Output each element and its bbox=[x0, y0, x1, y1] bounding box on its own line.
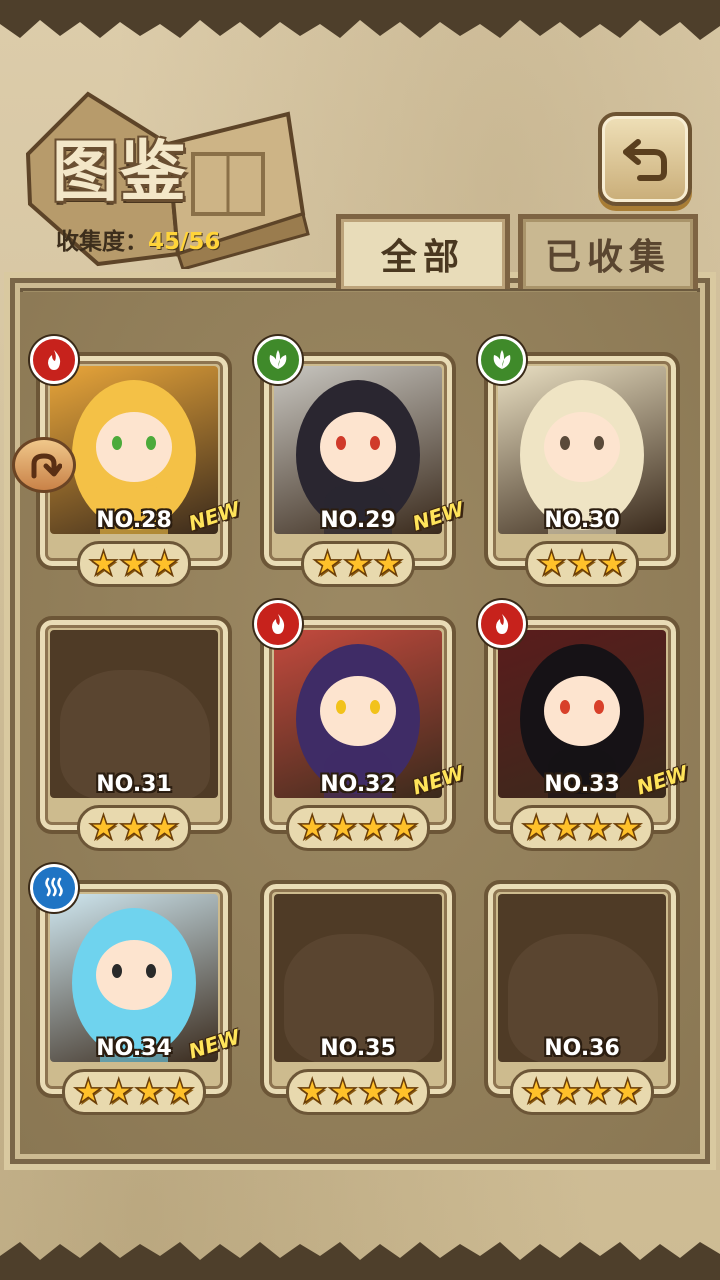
fire-element-icon bbox=[478, 600, 526, 648]
star-icon: ★ bbox=[520, 808, 552, 848]
star-icon: ★ bbox=[327, 808, 359, 848]
collection-card[interactable]: NO.36 ★ ★ ★ ★ bbox=[484, 870, 680, 1115]
card-number: NO.31 bbox=[96, 772, 172, 797]
star-rating-bar: ★ ★ ★ ★ bbox=[286, 1069, 430, 1115]
star-icon: ★ bbox=[72, 1072, 104, 1112]
collection-progress: 收集度：45/56 bbox=[56, 222, 220, 256]
star-icon: ★ bbox=[312, 544, 344, 584]
star-rating: ★ ★ ★ ★ bbox=[260, 1069, 456, 1115]
star-icon: ★ bbox=[551, 1072, 583, 1112]
collection-card[interactable]: NO.35 ★ ★ ★ ★ bbox=[260, 870, 456, 1115]
star-icon: ★ bbox=[388, 808, 420, 848]
star-rating-bar: ★ ★ ★ ★ bbox=[286, 805, 430, 851]
fire-element-icon bbox=[30, 336, 78, 384]
collection-label: 收集度： bbox=[56, 229, 148, 255]
torn-edge-top bbox=[0, 0, 720, 40]
star-rating: ★ ★ ★ bbox=[484, 541, 680, 587]
star-rating: ★ ★ ★ bbox=[260, 541, 456, 587]
star-rating-bar: ★ ★ ★ bbox=[77, 541, 191, 587]
star-icon: ★ bbox=[612, 808, 644, 848]
star-icon: ★ bbox=[103, 1072, 135, 1112]
star-icon: ★ bbox=[612, 1072, 644, 1112]
collection-value: 45/56 bbox=[148, 229, 221, 255]
star-icon: ★ bbox=[357, 1072, 389, 1112]
star-rating-bar: ★ ★ ★ bbox=[301, 541, 415, 587]
star-icon: ★ bbox=[296, 1072, 328, 1112]
star-rating-bar: ★ ★ ★ bbox=[525, 541, 639, 587]
star-icon: ★ bbox=[296, 808, 328, 848]
torn-edge-bottom bbox=[0, 1242, 720, 1280]
star-icon: ★ bbox=[388, 1072, 420, 1112]
star-icon: ★ bbox=[520, 1072, 552, 1112]
star-rating: ★ ★ ★ bbox=[36, 541, 232, 587]
collection-card[interactable]: NO.32 NEW ★ ★ ★ ★ bbox=[254, 600, 466, 851]
star-icon: ★ bbox=[581, 1072, 613, 1112]
star-rating: ★ ★ ★ ★ bbox=[484, 805, 680, 851]
star-rating: ★ ★ ★ ★ bbox=[260, 805, 456, 851]
star-rating: ★ ★ ★ ★ bbox=[36, 1069, 232, 1115]
card-number: NO.36 bbox=[544, 1036, 620, 1061]
side-nav-button[interactable] bbox=[12, 437, 76, 493]
star-rating: ★ ★ ★ ★ bbox=[484, 1069, 680, 1115]
star-icon: ★ bbox=[118, 544, 150, 584]
star-icon: ★ bbox=[372, 544, 404, 584]
star-icon: ★ bbox=[148, 808, 180, 848]
star-icon: ★ bbox=[88, 808, 120, 848]
water-element-icon bbox=[30, 864, 78, 912]
star-rating-bar: ★ ★ ★ ★ bbox=[510, 805, 654, 851]
back-button[interactable] bbox=[598, 112, 692, 206]
curved-arrow-icon bbox=[31, 453, 62, 479]
star-icon: ★ bbox=[148, 544, 180, 584]
star-icon: ★ bbox=[596, 544, 628, 584]
collection-card[interactable]: NO.29 NEW ★ ★ ★ bbox=[254, 336, 466, 587]
collection-card[interactable]: NO.30 ★ ★ ★ bbox=[478, 336, 680, 587]
leaf-element-icon bbox=[478, 336, 526, 384]
tab-collected[interactable]: 已收集 bbox=[518, 214, 698, 289]
star-icon: ★ bbox=[164, 1072, 196, 1112]
star-icon: ★ bbox=[133, 1072, 165, 1112]
star-icon: ★ bbox=[88, 544, 120, 584]
star-icon: ★ bbox=[118, 808, 150, 848]
star-icon: ★ bbox=[327, 1072, 359, 1112]
fire-element-icon bbox=[254, 600, 302, 648]
card-number: NO.35 bbox=[320, 1036, 396, 1061]
star-rating-bar: ★ ★ ★ ★ bbox=[510, 1069, 654, 1115]
star-icon: ★ bbox=[551, 808, 583, 848]
star-rating: ★ ★ ★ bbox=[36, 805, 232, 851]
tab-all[interactable]: 全部 bbox=[336, 214, 510, 289]
star-icon: ★ bbox=[357, 808, 389, 848]
card-number: NO.30 bbox=[544, 508, 620, 533]
star-icon: ★ bbox=[581, 808, 613, 848]
star-icon: ★ bbox=[342, 544, 374, 584]
star-rating-bar: ★ ★ ★ bbox=[77, 805, 191, 851]
collection-card[interactable]: NO.31 ★ ★ ★ bbox=[36, 606, 232, 851]
back-arrow-icon bbox=[623, 139, 667, 181]
leaf-element-icon bbox=[254, 336, 302, 384]
star-icon: ★ bbox=[566, 544, 598, 584]
star-icon: ★ bbox=[536, 544, 568, 584]
star-rating-bar: ★ ★ ★ ★ bbox=[62, 1069, 206, 1115]
collection-card[interactable]: NO.33 NEW ★ ★ ★ ★ bbox=[478, 600, 690, 851]
collection-card[interactable]: NO.34 NEW ★ ★ ★ ★ bbox=[30, 864, 242, 1115]
page-title: 图鉴 bbox=[52, 132, 188, 210]
